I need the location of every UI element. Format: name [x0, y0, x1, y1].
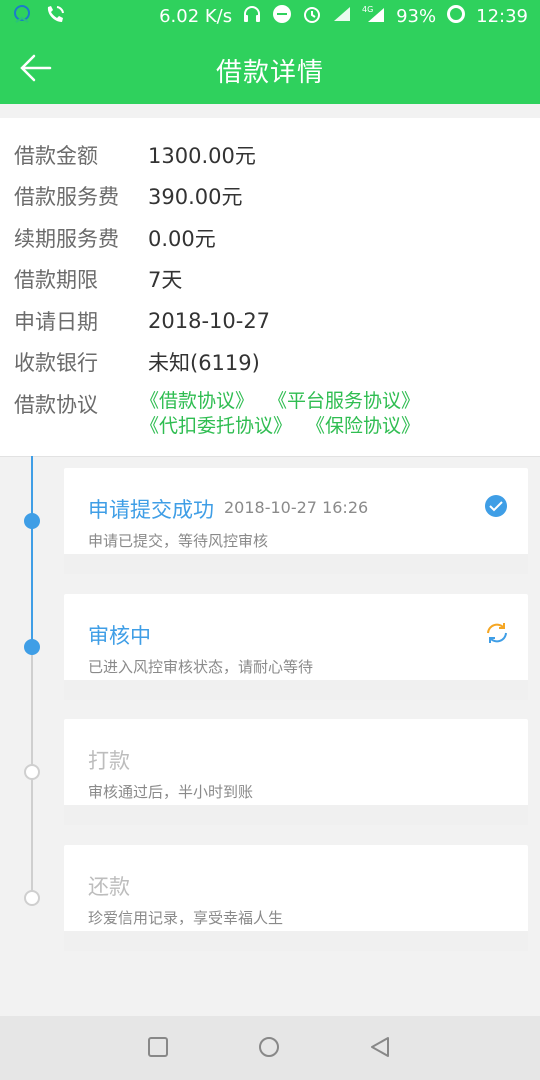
- signal-icon: [332, 5, 352, 28]
- status-bar: 6.02 K/s 4G 93% 12:39: [0, 0, 540, 32]
- progress-timeline: 申请提交成功 2018-10-27 16:26 申请已提交，等待风控审核 审核中…: [0, 456, 540, 1016]
- detail-value: 390.00元: [148, 185, 243, 209]
- step-title: 还款: [88, 875, 130, 899]
- check-circle-icon: [484, 494, 508, 518]
- detail-label: 续期服务费: [14, 227, 119, 251]
- detail-value: 7天: [148, 268, 183, 292]
- detail-value: 未知(6119): [148, 351, 260, 375]
- detail-row-service-fee: 借款服务费 390.00元: [14, 181, 242, 211]
- detail-value: 0.00元: [148, 227, 216, 251]
- detail-label: 借款金额: [14, 144, 98, 168]
- timeline-line-active: [31, 456, 33, 646]
- card-footer: [64, 554, 528, 574]
- signal-4g-icon: 4G: [362, 4, 386, 29]
- loan-details-panel: 借款金额 1300.00元 借款服务费 390.00元 续期服务费 0.00元 …: [0, 118, 540, 457]
- card-footer: [64, 680, 528, 700]
- detail-label: 收款银行: [14, 351, 98, 375]
- battery-ring-icon: [446, 4, 466, 29]
- link-loan-agreement[interactable]: 《借款协议》: [140, 386, 254, 412]
- detail-value: 1300.00元: [148, 144, 256, 168]
- step-desc: 珍爱信用记录，享受幸福人生: [88, 909, 284, 927]
- alarm-icon: [302, 4, 322, 29]
- detail-row-renewal-fee: 续期服务费 0.00元: [14, 223, 216, 253]
- step-title: 打款: [88, 749, 130, 773]
- detail-row-term: 借款期限 7天: [14, 264, 182, 294]
- triangle-back-icon: [371, 1037, 389, 1057]
- chat-app-icon: [12, 4, 32, 30]
- step-desc: 审核通过后，半小时到账: [88, 783, 254, 801]
- timeline-card-submitted: 申请提交成功 2018-10-27 16:26 申请已提交，等待风控审核: [64, 468, 528, 574]
- detail-label: 借款服务费: [14, 185, 119, 209]
- step-title: 申请提交成功: [88, 498, 214, 522]
- step-time: 2018-10-27 16:26: [224, 498, 369, 517]
- square-icon: [148, 1037, 168, 1057]
- timeline-dot-pending: [24, 764, 40, 780]
- timeline-card-disburse: 打款 审核通过后，半小时到账: [64, 719, 528, 825]
- circle-icon: [259, 1037, 279, 1057]
- timeline-dot-active: [24, 639, 40, 655]
- phone-wifi-icon: [44, 4, 66, 30]
- timeline-dot-pending: [24, 890, 40, 906]
- step-desc: 已进入风控审核状态，请耐心等待: [88, 658, 314, 676]
- recents-button[interactable]: [147, 1036, 169, 1062]
- agreement-links: 《借款协议》 《平台服务协议》 《代扣委托协议》 《保险协议》: [140, 386, 420, 437]
- headphones-icon: [242, 4, 262, 29]
- back-nav-button[interactable]: [369, 1036, 391, 1062]
- page-title: 借款详情: [215, 58, 324, 88]
- detail-value: 2018-10-27: [148, 309, 271, 333]
- card-footer: [64, 931, 528, 951]
- link-platform-service-agreement[interactable]: 《平台服务协议》: [268, 386, 420, 412]
- home-button[interactable]: [258, 1036, 280, 1062]
- network-speed: 6.02 K/s: [159, 6, 233, 27]
- step-title: 审核中: [88, 624, 151, 648]
- refresh-icon: [484, 620, 508, 644]
- link-debit-authorization-agreement[interactable]: 《代扣委托协议》: [140, 411, 292, 437]
- app-bar: 借款详情: [0, 32, 540, 104]
- detail-label: 借款期限: [14, 268, 98, 292]
- card-footer: [64, 805, 528, 825]
- do-not-disturb-icon: [272, 4, 292, 29]
- timeline-card-reviewing: 审核中 已进入风控审核状态，请耐心等待: [64, 594, 528, 700]
- clock: 12:39: [476, 6, 528, 27]
- detail-row-amount: 借款金额 1300.00元: [14, 140, 256, 170]
- detail-row-bank: 收款银行 未知(6119): [14, 347, 260, 377]
- detail-label: 申请日期: [14, 310, 98, 334]
- system-nav-bar: [0, 1016, 540, 1080]
- step-desc: 申请已提交，等待风控审核: [88, 532, 269, 550]
- detail-row-agreement: 借款协议: [14, 389, 148, 419]
- svg-text:4G: 4G: [362, 5, 373, 14]
- detail-row-apply-date: 申请日期 2018-10-27: [14, 306, 270, 336]
- timeline-dot-done: [24, 513, 40, 529]
- link-insurance-agreement[interactable]: 《保险协议》: [306, 411, 420, 437]
- timeline-card-repay: 还款 珍爱信用记录，享受幸福人生: [64, 845, 528, 951]
- agreement-label: 借款协议: [14, 393, 98, 417]
- battery-percent: 93%: [396, 6, 437, 27]
